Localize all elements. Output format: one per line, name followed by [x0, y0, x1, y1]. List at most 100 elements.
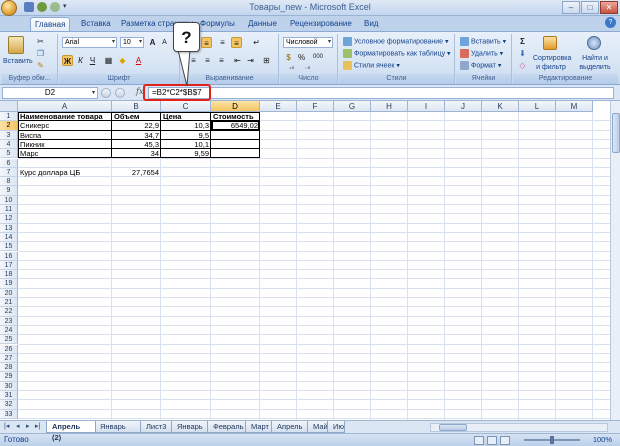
column-header-g[interactable]: G — [334, 101, 371, 112]
tab-insert[interactable]: Вставка — [77, 17, 115, 31]
tab-formulas[interactable]: Формулы — [196, 17, 239, 31]
row-header-21[interactable]: 21 — [0, 298, 18, 308]
column-header-j[interactable]: J — [445, 101, 482, 112]
tab-data[interactable]: Данные — [244, 17, 281, 31]
column-header-k[interactable]: K — [482, 101, 519, 112]
paste-button[interactable]: Вставить — [3, 57, 33, 66]
worksheet-grid[interactable]: ABCDEFGHIJKLM 1 2 3 4 5 6 7 8 9 10 11 12 13 14 15 16 17 1… — [0, 101, 610, 420]
row-header-25[interactable]: 25 — [0, 335, 18, 345]
align-middle-icon[interactable]: ≡ — [217, 37, 228, 48]
formula-input[interactable]: =B2*C2*$B$7 — [148, 87, 614, 99]
vertical-scroll-thumb[interactable] — [612, 113, 620, 153]
row-header-16[interactable]: 16 — [0, 251, 18, 261]
row-header-19[interactable]: 19 — [0, 279, 18, 289]
align-right-icon[interactable]: ≡ — [216, 55, 227, 66]
help-icon[interactable]: ? — [605, 17, 616, 28]
sheet-tab[interactable]: Май — [307, 421, 329, 433]
close-button[interactable]: ✕ — [600, 1, 618, 14]
sheet-nav-last-icon[interactable]: ▸| — [35, 422, 40, 430]
row-header-23[interactable]: 23 — [0, 316, 18, 326]
column-header-f[interactable]: F — [297, 101, 334, 112]
row-header-8[interactable]: 8 — [0, 177, 18, 187]
sheet-nav-first-icon[interactable]: |◂ — [4, 422, 9, 430]
fill-icon[interactable]: ⬇ — [517, 48, 528, 59]
row-header-15[interactable]: 15 — [0, 242, 18, 252]
align-top-icon[interactable]: ≡ — [201, 37, 212, 48]
rate-value-cell[interactable]: 27,7654 — [112, 168, 161, 177]
enter-icon[interactable] — [115, 88, 125, 98]
currency-icon[interactable]: $ — [283, 52, 294, 63]
sheet-tab[interactable]: Апрель — [271, 421, 309, 433]
font-color-icon[interactable]: A — [133, 55, 144, 66]
sheet-tab[interactable]: Апрель (2) — [46, 421, 96, 442]
thousands-button[interactable]: 000 — [309, 52, 327, 63]
zoom-knob[interactable] — [550, 436, 554, 444]
row-header-20[interactable]: 20 — [0, 288, 18, 298]
name-box[interactable]: D2 ▾ — [2, 87, 98, 99]
number-format-select[interactable]: Числовой ▾ — [283, 37, 333, 48]
row-header-26[interactable]: 26 — [0, 344, 18, 354]
sheet-tab[interactable]: Январь (2) — [94, 421, 142, 442]
cancel-icon[interactable] — [101, 88, 111, 98]
row-header-32[interactable]: 32 — [0, 400, 18, 410]
sheet-tab[interactable]: Январь — [171, 421, 209, 433]
horizontal-scrollbar[interactable] — [430, 423, 608, 432]
select-all-corner[interactable] — [0, 101, 18, 112]
row-header-28[interactable]: 28 — [0, 363, 18, 373]
rate-label-cell[interactable]: Курс доллара ЦБ — [18, 168, 112, 177]
column-header-e[interactable]: E — [260, 101, 297, 112]
format-painter-icon[interactable]: ✎ — [35, 60, 46, 71]
row-header-10[interactable]: 10 — [0, 195, 18, 205]
maximize-button[interactable]: □ — [581, 1, 599, 14]
row-header-7[interactable]: 7 — [0, 167, 18, 178]
column-header-c[interactable]: C — [161, 101, 211, 112]
row-header-5[interactable]: 5 — [0, 149, 18, 159]
percent-button[interactable]: % — [296, 52, 307, 63]
sheet-nav-next-icon[interactable]: ▸ — [26, 422, 30, 430]
active-cell-d2[interactable] — [211, 120, 260, 131]
tab-home[interactable]: Главная — [30, 17, 71, 31]
column-header-h[interactable]: H — [371, 101, 408, 112]
autosum-icon[interactable]: Σ — [517, 36, 528, 47]
row-header-11[interactable]: 11 — [0, 205, 18, 215]
page-layout-view-icon[interactable] — [487, 436, 497, 445]
row-header-31[interactable]: 31 — [0, 391, 18, 401]
font-size-select[interactable]: 10 ▾ — [120, 37, 144, 48]
borders-icon[interactable]: ▦ — [103, 55, 114, 66]
shrink-font-button[interactable]: A — [159, 37, 170, 48]
find-select-button[interactable]: Найти и выделить — [577, 54, 613, 72]
fill-color-icon[interactable]: ◆ — [117, 55, 128, 66]
grow-font-button[interactable]: A — [147, 37, 158, 48]
row-header-18[interactable]: 18 — [0, 270, 18, 280]
zoom-level[interactable]: 100% — [593, 435, 612, 444]
zoom-slider[interactable] — [524, 436, 580, 444]
column-header-d[interactable]: D — [211, 101, 260, 112]
sheet-tab[interactable]: Ию — [327, 421, 345, 433]
sheet-nav-prev-icon[interactable]: ◂ — [16, 422, 20, 430]
font-family-select[interactable]: Arial ▾ — [62, 37, 117, 48]
tab-review[interactable]: Рецензирование — [286, 17, 356, 31]
paste-icon[interactable] — [8, 36, 24, 54]
row-header-2[interactable]: 2 — [0, 121, 18, 131]
insert-cells-button[interactable]: Вставить ▾ — [460, 37, 506, 46]
row-header-4[interactable]: 4 — [0, 139, 18, 150]
row-header-17[interactable]: 17 — [0, 260, 18, 271]
normal-view-icon[interactable] — [474, 436, 484, 445]
row-header-14[interactable]: 14 — [0, 232, 18, 243]
page-break-view-icon[interactable] — [500, 436, 510, 445]
row-header-33[interactable]: 33 — [0, 409, 18, 419]
cut-icon[interactable]: ✂ — [35, 36, 46, 47]
underline-button[interactable]: Ч — [87, 55, 98, 66]
column-header-b[interactable]: B — [112, 101, 161, 112]
row-header-3[interactable]: 3 — [0, 130, 18, 140]
clear-icon[interactable]: ◇ — [517, 60, 528, 71]
row-header-30[interactable]: 30 — [0, 381, 18, 391]
row-header-1[interactable]: 1 — [0, 112, 18, 122]
decrease-indent-icon[interactable]: ⇤ — [232, 55, 243, 66]
row-header-27[interactable]: 27 — [0, 353, 18, 364]
column-header-l[interactable]: L — [519, 101, 556, 112]
increase-indent-icon[interactable]: ⇥ — [245, 55, 256, 66]
format-as-table-button[interactable]: Форматировать как таблицу ▾ — [343, 49, 451, 58]
column-header-i[interactable]: I — [408, 101, 445, 112]
merge-cells-icon[interactable]: ⊞ — [261, 55, 272, 66]
